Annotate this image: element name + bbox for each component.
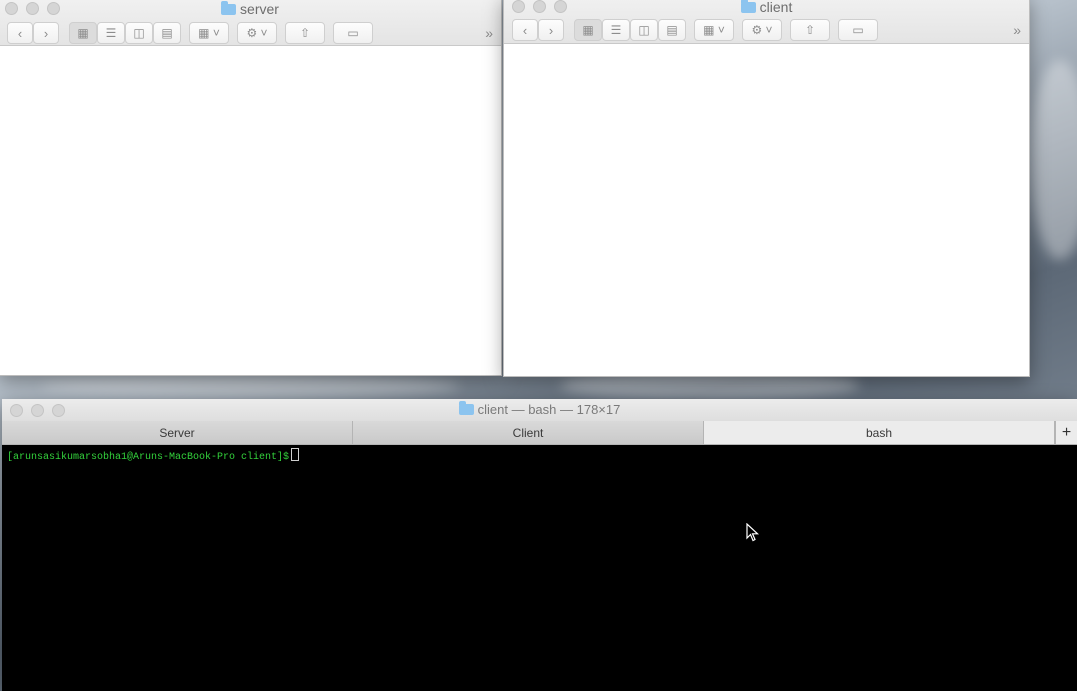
- list-icon: ☰: [610, 23, 622, 37]
- chevron-left-icon: ‹: [17, 25, 23, 41]
- action-button[interactable]: ⚙ ˅: [742, 19, 782, 41]
- plus-icon: +: [1061, 423, 1072, 441]
- server-window-title: server: [0, 1, 501, 17]
- share-button[interactable]: ⇧: [285, 22, 325, 44]
- coverflow-icon: ▤: [161, 26, 173, 40]
- chevron-right-icon: ›: [548, 22, 554, 38]
- column-view-button[interactable]: ◫: [630, 19, 658, 41]
- grid-icon: ▦: [582, 23, 594, 37]
- share-button[interactable]: ⇧: [790, 19, 830, 41]
- arrange-button[interactable]: ▦ ˅: [189, 22, 229, 44]
- share-icon: ⇧: [804, 23, 816, 37]
- tab-client[interactable]: Client: [353, 421, 704, 444]
- terminal-title-text: client — bash — 178×17: [477, 402, 621, 417]
- cover-flow-button[interactable]: ▤: [153, 22, 181, 44]
- terminal-output[interactable]: [arunsasikumarsobha1@Aruns-MacBook-Pro c…: [2, 445, 1077, 691]
- server-titlebar: server ‹ › ▦ ☰ ◫ ▤ ▦ ˅ ⚙ ˅ ⇧ ▭ »: [0, 0, 501, 46]
- text-cursor: [291, 448, 300, 461]
- columns-icon: ◫: [638, 23, 650, 37]
- terminal-window: client — bash — 178×17 Server Client bas…: [2, 399, 1077, 691]
- forward-button[interactable]: ›: [538, 19, 564, 41]
- cover-flow-button[interactable]: ▤: [658, 19, 686, 41]
- shell-prompt: [arunsasikumarsobha1@Aruns-MacBook-Pro c…: [7, 452, 290, 463]
- terminal-tab-bar: Server Client bash +: [2, 421, 1077, 445]
- client-title-text: client: [759, 0, 793, 15]
- server-title-text: server: [240, 1, 279, 17]
- terminal-window-title: client — bash — 178×17: [2, 401, 1077, 418]
- arrange-icon: ▦ ˅: [198, 26, 220, 40]
- action-button[interactable]: ⚙ ˅: [237, 22, 277, 44]
- forward-button[interactable]: ›: [33, 22, 59, 44]
- tab-label: Server: [159, 425, 195, 440]
- folder-icon: [458, 401, 474, 415]
- list-view-button[interactable]: ☰: [97, 22, 125, 44]
- tab-server[interactable]: Server: [2, 421, 353, 444]
- arrange-button[interactable]: ▦ ˅: [694, 19, 734, 41]
- tab-label: bash: [865, 425, 893, 440]
- client-titlebar: client ‹ › ▦ ☰ ◫ ▤ ▦ ˅ ⚙ ˅ ⇧ ▭ »: [504, 0, 1029, 44]
- client-window-title: client: [504, 0, 1029, 15]
- server-finder-window: server ‹ › ▦ ☰ ◫ ▤ ▦ ˅ ⚙ ˅ ⇧ ▭ »: [0, 0, 502, 376]
- coverflow-icon: ▤: [666, 23, 678, 37]
- chevron-left-icon: ‹: [522, 22, 528, 38]
- chevron-right-icon: ›: [43, 25, 49, 41]
- mouse-pointer-icon: [746, 523, 760, 542]
- columns-icon: ◫: [133, 26, 145, 40]
- client-finder-window: client ‹ › ▦ ☰ ◫ ▤ ▦ ˅ ⚙ ˅ ⇧ ▭ »: [503, 0, 1030, 377]
- arrange-icon: ▦ ˅: [703, 23, 725, 37]
- icon-view-button[interactable]: ▦: [574, 19, 602, 41]
- icon-view-button[interactable]: ▦: [69, 22, 97, 44]
- folder-icon: [740, 0, 756, 13]
- server-toolbar: ‹ › ▦ ☰ ◫ ▤ ▦ ˅ ⚙ ˅ ⇧ ▭ »: [3, 22, 497, 46]
- toolbar-overflow-button[interactable]: »: [485, 25, 493, 41]
- tab-label: Client: [512, 425, 544, 440]
- new-tab-button[interactable]: +: [1055, 421, 1077, 444]
- terminal-titlebar: client — bash — 178×17: [2, 399, 1077, 422]
- share-icon: ⇧: [299, 26, 311, 40]
- tag-icon: ▭: [347, 26, 359, 40]
- tag-icon: ▭: [852, 23, 864, 37]
- gear-icon: ⚙ ˅: [246, 26, 268, 40]
- gear-icon: ⚙ ˅: [751, 23, 773, 37]
- column-view-button[interactable]: ◫: [125, 22, 153, 44]
- grid-icon: ▦: [77, 26, 89, 40]
- client-toolbar: ‹ › ▦ ☰ ◫ ▤ ▦ ˅ ⚙ ˅ ⇧ ▭ »: [508, 19, 1025, 43]
- back-button[interactable]: ‹: [512, 19, 538, 41]
- tag-button[interactable]: ▭: [838, 19, 878, 41]
- server-file-area[interactable]: [0, 46, 501, 375]
- folder-icon: [221, 1, 237, 15]
- tab-bash[interactable]: bash: [704, 421, 1055, 444]
- toolbar-overflow-button[interactable]: »: [1013, 22, 1021, 38]
- tag-button[interactable]: ▭: [333, 22, 373, 44]
- back-button[interactable]: ‹: [7, 22, 33, 44]
- list-icon: ☰: [105, 26, 117, 40]
- list-view-button[interactable]: ☰: [602, 19, 630, 41]
- client-file-area[interactable]: [504, 44, 1029, 376]
